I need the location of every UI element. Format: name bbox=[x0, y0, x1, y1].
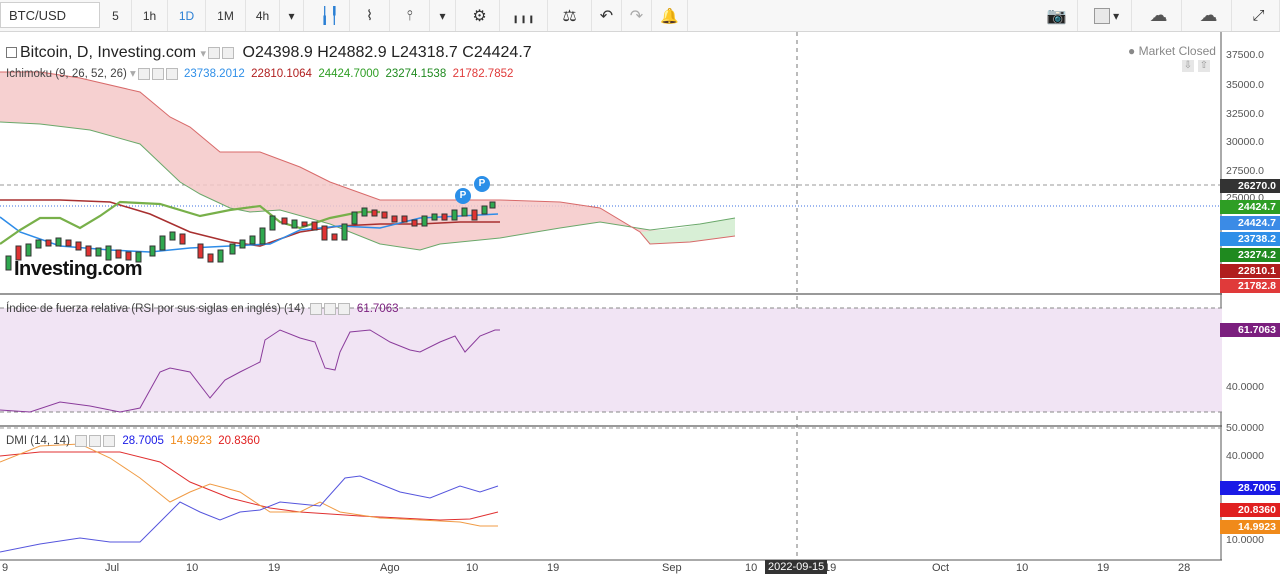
dmi-tag: 28.7005 bbox=[1220, 481, 1280, 495]
visibility-icon[interactable] bbox=[137, 67, 150, 80]
line-chart-icon[interactable]: ⌇ bbox=[350, 0, 390, 31]
settings-icon[interactable] bbox=[89, 435, 102, 447]
visibility-icon[interactable] bbox=[75, 435, 88, 447]
price-tag: 24424.7 bbox=[1220, 200, 1280, 214]
camera-icon[interactable]: 📷 bbox=[1036, 0, 1078, 31]
dmi-legend: DMI (14, 14) 28.7005 14.9923 20.8360 bbox=[6, 435, 260, 447]
arrow-up-icon[interactable]: ⇧ bbox=[1198, 60, 1210, 72]
time-axis-label: 19 bbox=[1097, 562, 1110, 574]
ohlc-low: L24318.7 bbox=[391, 44, 458, 61]
close-icon[interactable] bbox=[165, 67, 178, 80]
chart-title: Bitcoin, D, Investing.com bbox=[20, 44, 197, 61]
time-axis-label: Sep bbox=[662, 562, 682, 574]
interval-1h[interactable]: 1h bbox=[132, 0, 168, 31]
visibility-icon[interactable] bbox=[222, 46, 235, 59]
interval-1d[interactable]: 1D bbox=[168, 0, 206, 31]
price-tag: 23274.2 bbox=[1220, 248, 1280, 262]
interval-4h[interactable]: 4h bbox=[246, 0, 280, 31]
price-tag: 22810.1 bbox=[1220, 264, 1280, 278]
dmi-axis-label: 40.0000 bbox=[1226, 450, 1264, 462]
event-marker[interactable]: P bbox=[474, 176, 490, 192]
ohlc-high: H24882.9 bbox=[317, 44, 387, 61]
dmi-value: 28.7005 bbox=[122, 435, 164, 448]
ichimoku-label: Ichimoku (9, 26, 52, 26) bbox=[6, 68, 127, 80]
dmi-value: 14.9923 bbox=[170, 435, 212, 448]
crosshair-date-label: 2022-09-15 bbox=[765, 560, 828, 574]
close-icon[interactable] bbox=[337, 303, 350, 315]
time-axis-label: 10 bbox=[186, 562, 199, 574]
price-axis-label: 35000.0 bbox=[1226, 79, 1264, 91]
close-icon[interactable] bbox=[103, 435, 116, 447]
drawing-tools-icon[interactable]: ⫯ bbox=[390, 0, 430, 31]
settings-icon[interactable] bbox=[151, 67, 164, 80]
rsi-axis-label: 40.0000 bbox=[1226, 381, 1264, 393]
dmi-value: 20.8360 bbox=[218, 435, 260, 448]
price-tag: 23738.2 bbox=[1220, 232, 1280, 246]
compare-scale-icon[interactable]: ⚖ bbox=[548, 0, 592, 31]
collapse-icon[interactable] bbox=[6, 47, 17, 59]
price-tag: 26270.0 bbox=[1220, 179, 1280, 193]
dmi-tag: 14.9923 bbox=[1220, 520, 1280, 534]
time-axis-label: 19 bbox=[547, 562, 560, 574]
visibility-icon[interactable] bbox=[309, 303, 322, 315]
rsi-legend: Índice de fuerza relativa (RSI por sus s… bbox=[6, 303, 399, 315]
time-axis-label: Jul bbox=[105, 562, 120, 574]
drawing-dropdown-icon[interactable]: ▾ bbox=[430, 0, 456, 31]
dmi-axis-label: 10.0000 bbox=[1226, 534, 1264, 546]
price-axis-label: 30000.0 bbox=[1226, 136, 1264, 148]
ichimoku-value: 21782.7852 bbox=[452, 68, 514, 80]
interval-5[interactable]: 5 bbox=[100, 0, 132, 31]
time-axis-label: 10 bbox=[1016, 562, 1029, 574]
dmi-axis-label: 50.0000 bbox=[1226, 422, 1264, 434]
settings-icon[interactable] bbox=[208, 46, 221, 59]
price-axis-label: 32500.0 bbox=[1226, 108, 1264, 120]
time-axis-label: 28 bbox=[1178, 562, 1191, 574]
candles-icon[interactable]: ╽╿ bbox=[310, 0, 350, 31]
cloud-upload-icon[interactable]: ☁ bbox=[1186, 0, 1232, 31]
ohlc-open: O24398.9 bbox=[242, 44, 313, 61]
time-axis-label: 19 bbox=[268, 562, 281, 574]
chevron-down-icon[interactable]: ▾ bbox=[201, 48, 207, 60]
rsi-tag: 61.7063 bbox=[1220, 323, 1280, 337]
ohlc-close: C24424.7 bbox=[462, 44, 532, 61]
indicators-icon[interactable]: ╻╻╻ bbox=[500, 0, 548, 31]
toolbar: BTC/USD 5 1h 1D 1M 4h ▾ ╽╿ ⌇ ⫯ ▾ ⚙ ╻╻╻ ⚖… bbox=[0, 0, 1280, 32]
event-marker[interactable]: P bbox=[455, 188, 471, 204]
time-axis-label: 10 bbox=[745, 562, 758, 574]
ichimoku-value: 23738.2012 bbox=[184, 68, 245, 80]
ichimoku-value: 22810.1064 bbox=[251, 68, 312, 80]
investing-logo: Investing.com bbox=[14, 258, 142, 280]
alert-bell-icon[interactable]: 🔔 bbox=[652, 0, 688, 31]
symbol-search-input[interactable]: BTC/USD bbox=[0, 2, 100, 28]
rsi-label: Índice de fuerza relativa (RSI por sus s… bbox=[6, 303, 305, 316]
interval-1m[interactable]: 1M bbox=[206, 0, 246, 31]
dmi-tag: 20.8360 bbox=[1220, 503, 1280, 517]
redo-icon[interactable]: ↷ bbox=[622, 0, 652, 31]
chart-area[interactable]: P P Bitcoin, D, Investing.com ▾ O24398.9… bbox=[0, 32, 1280, 576]
dmi-label: DMI (14, 14) bbox=[6, 435, 70, 448]
price-axis-label: 27500.0 bbox=[1226, 165, 1264, 177]
interval-dropdown-icon[interactable]: ▾ bbox=[280, 0, 304, 31]
time-axis-label: 9 bbox=[2, 562, 9, 574]
price-tag: 21782.8 bbox=[1220, 279, 1280, 293]
time-axis-label: Oct bbox=[932, 562, 950, 574]
ichimoku-value: 23274.1538 bbox=[385, 68, 447, 80]
time-axis-label: 10 bbox=[466, 562, 479, 574]
undo-icon[interactable]: ↶ bbox=[592, 0, 622, 31]
arrow-down-icon[interactable]: ⇩ bbox=[1182, 60, 1194, 72]
chevron-down-icon[interactable]: ▾ bbox=[130, 68, 136, 80]
rsi-value: 61.7063 bbox=[356, 303, 399, 316]
fullscreen-icon[interactable]: ⤢ bbox=[1238, 0, 1280, 31]
cloud-download-icon[interactable]: ☁ bbox=[1136, 0, 1182, 31]
ichimoku-legend: Ichimoku (9, 26, 52, 26) ▾ 23738.2012 22… bbox=[6, 66, 513, 80]
ichimoku-value: 24424.7000 bbox=[318, 68, 380, 80]
price-tag: 24424.7 bbox=[1220, 216, 1280, 230]
market-status: ● Market Closed bbox=[1128, 44, 1216, 58]
price-axis-label: 37500.0 bbox=[1226, 49, 1264, 61]
time-axis-label: Ago bbox=[380, 562, 400, 574]
chart-style-icon[interactable]: ▾ bbox=[1082, 0, 1132, 31]
settings-gear-icon[interactable]: ⚙ bbox=[460, 0, 500, 31]
main-legend: Bitcoin, D, Investing.com ▾ O24398.9 H24… bbox=[6, 44, 532, 62]
settings-icon[interactable] bbox=[323, 303, 336, 315]
